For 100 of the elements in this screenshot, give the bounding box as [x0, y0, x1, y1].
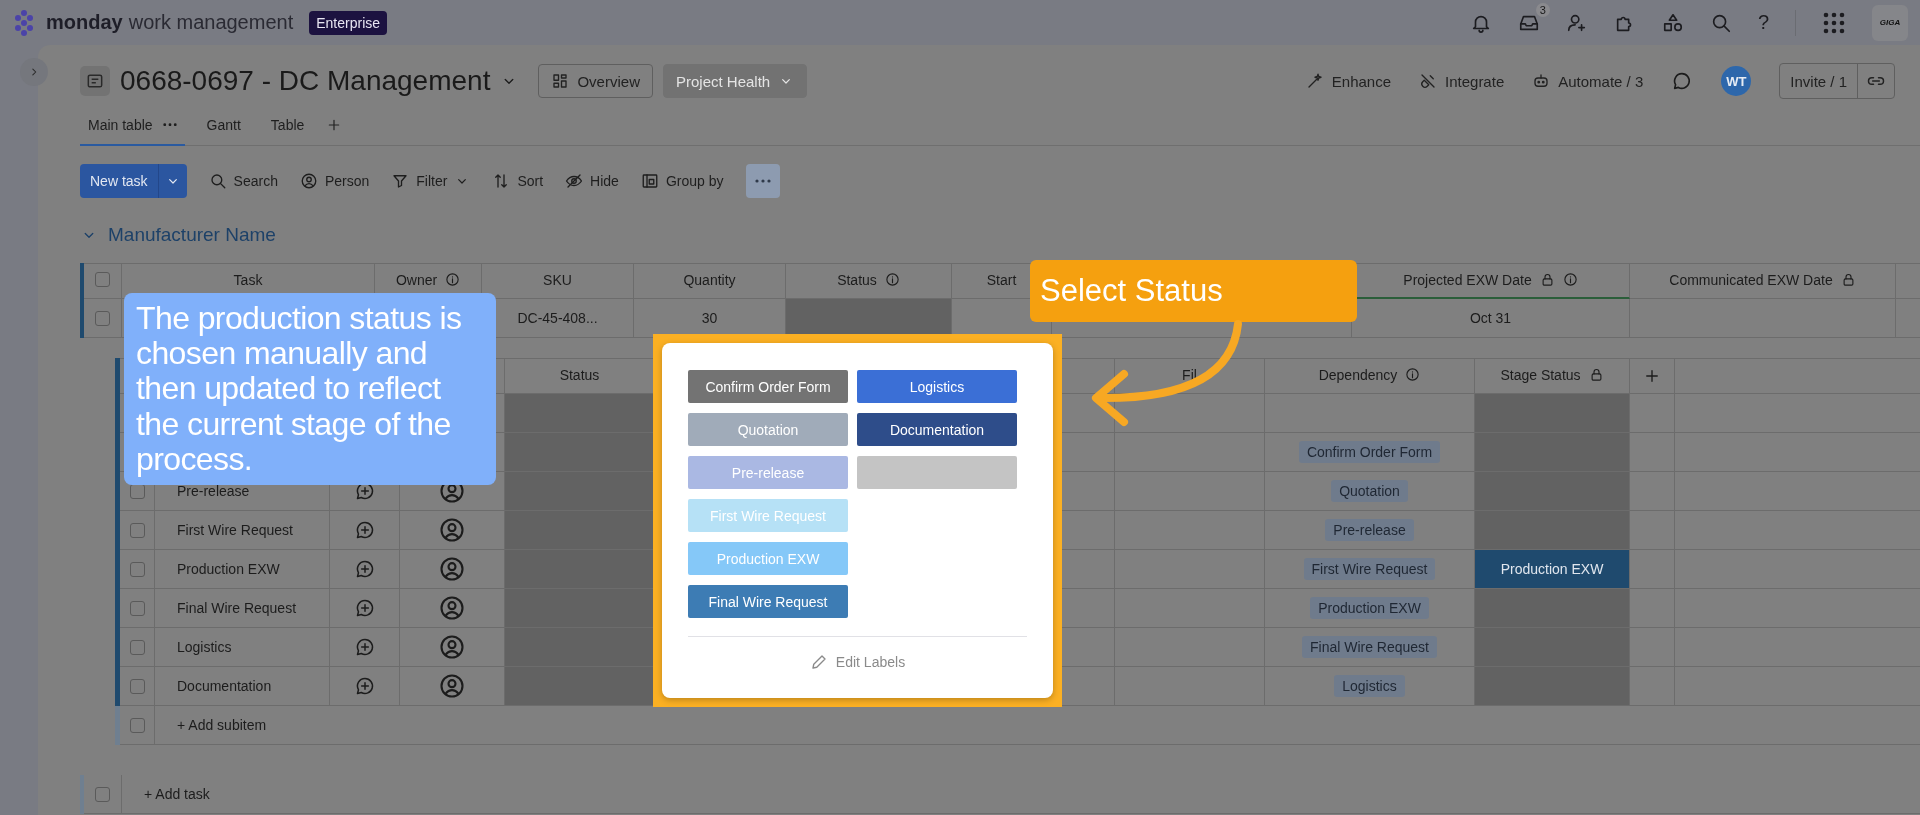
add-subitem-button[interactable]: + Add subitem — [177, 717, 267, 733]
status-label[interactable]: Quotation — [688, 413, 848, 446]
stage-status-cell[interactable] — [1475, 667, 1630, 706]
checkbox[interactable] — [129, 600, 145, 616]
table-cell — [1630, 628, 1675, 667]
add-update-icon[interactable] — [354, 559, 375, 579]
group-title[interactable]: Manufacturer Name — [108, 224, 276, 246]
status-cell[interactable] — [505, 667, 655, 706]
status-cell[interactable] — [505, 511, 655, 550]
checkbox[interactable] — [129, 717, 145, 733]
person-avatar-icon[interactable] — [438, 516, 466, 544]
board-icon — [80, 66, 110, 96]
column-title: Owner — [395, 272, 438, 288]
toolbar-button[interactable]: Filter — [391, 172, 471, 190]
checkbox[interactable] — [129, 561, 145, 577]
product-name: work management — [128, 11, 294, 34]
brand-name: monday — [46, 11, 123, 34]
table-cell — [1630, 667, 1675, 706]
column-title: Quantity — [683, 272, 736, 288]
add-column-icon[interactable] — [1643, 367, 1661, 385]
step-tooltip: Select Status — [1030, 260, 1357, 322]
plug-icon — [1419, 72, 1437, 90]
checkbox[interactable] — [95, 310, 110, 326]
overview-button[interactable]: Overview — [538, 64, 653, 98]
column-title: Start — [986, 272, 1017, 288]
status-cell[interactable] — [505, 394, 655, 433]
new-task-button[interactable]: New task — [80, 164, 187, 198]
action-button[interactable]: Integrate — [1419, 72, 1505, 90]
stage-status-cell[interactable] — [1475, 628, 1630, 667]
status-cell[interactable] — [505, 433, 655, 472]
add-update-icon[interactable] — [354, 520, 375, 540]
table-cell — [1630, 433, 1675, 472]
stage-status-cell[interactable]: Production EXW — [1475, 550, 1630, 589]
add-task-button[interactable]: + Add task — [144, 786, 210, 802]
add-update-icon[interactable] — [354, 676, 375, 696]
add-update-icon[interactable] — [354, 637, 375, 657]
subitem-name[interactable]: Production EXW — [177, 561, 280, 577]
view-tab[interactable]: Table — [262, 105, 313, 146]
subitem-name[interactable]: Final Wire Request — [177, 600, 297, 616]
table-cell — [1630, 550, 1675, 589]
action-button[interactable]: Enhance — [1305, 72, 1391, 90]
stage-status-cell[interactable] — [1475, 472, 1630, 511]
status-cell[interactable] — [505, 628, 655, 667]
user-avatar[interactable]: WT — [1721, 66, 1752, 96]
status-cell[interactable] — [505, 550, 655, 589]
stage-status-cell[interactable] — [1475, 511, 1630, 550]
checkbox[interactable] — [95, 272, 110, 287]
shapes-icon[interactable] — [1661, 11, 1684, 34]
toolbar-button[interactable]: Group by — [640, 172, 724, 190]
edit-labels-button[interactable]: Edit Labels — [805, 649, 910, 675]
person-icon — [299, 172, 318, 190]
checkbox[interactable] — [95, 786, 110, 802]
dependency-tag: First Wire Request — [1303, 558, 1436, 580]
view-tab[interactable]: Main table — [80, 105, 185, 146]
checkbox[interactable] — [129, 678, 145, 694]
account-logo[interactable]: GIGA — [1872, 4, 1908, 41]
toolbar-button[interactable]: Search — [208, 172, 278, 190]
status-cell[interactable] — [505, 589, 655, 628]
table-cell — [1630, 472, 1675, 511]
more-button[interactable] — [745, 164, 780, 198]
subitem-name[interactable]: Pre-release — [177, 483, 250, 499]
dependency-tag: Confirm Order Form — [1298, 441, 1441, 463]
status-label[interactable]: Final Wire Request — [688, 585, 848, 618]
invite-button[interactable]: Invite / 1 — [1780, 64, 1858, 98]
subitem-name[interactable]: First Wire Request — [177, 522, 293, 538]
status-label[interactable]: Documentation — [857, 413, 1017, 446]
logo-icon[interactable] — [12, 7, 36, 38]
status-cell[interactable] — [505, 472, 655, 511]
status-label[interactable]: Logistics — [857, 370, 1017, 403]
stage-status-cell[interactable] — [1475, 589, 1630, 628]
toolbar-button[interactable]: Sort — [492, 172, 544, 190]
subitem-name[interactable]: Documentation — [177, 678, 272, 694]
person-avatar-icon[interactable] — [438, 594, 466, 622]
person-avatar-icon[interactable] — [438, 555, 466, 583]
column-title: Fil — [1182, 367, 1197, 383]
checkbox[interactable] — [129, 639, 145, 655]
status-label[interactable] — [857, 456, 1017, 489]
status-label[interactable]: Confirm Order Form — [688, 370, 848, 403]
action-button[interactable]: Automate / 3 — [1532, 72, 1644, 90]
apps-grid-icon[interactable] — [1822, 10, 1846, 35]
toolbar-button[interactable]: Hide — [565, 172, 619, 190]
subitem-name[interactable]: Logistics — [177, 639, 232, 655]
column-title: SKU — [543, 272, 572, 288]
add-update-icon[interactable] — [354, 598, 375, 618]
column-title: Stage Status — [1500, 367, 1581, 383]
more-icon — [754, 179, 771, 183]
stage-status-cell[interactable] — [1475, 433, 1630, 472]
checkbox[interactable] — [129, 522, 145, 538]
view-button[interactable]: Project Health — [662, 64, 808, 98]
dependency-tag: Quotation — [1331, 480, 1408, 502]
sidebar-toggle[interactable] — [20, 58, 48, 86]
dependency-tag: Logistics — [1334, 675, 1405, 697]
plan-badge: Enterprise — [309, 10, 388, 35]
person-avatar-icon[interactable] — [438, 633, 466, 661]
person-avatar-icon[interactable] — [438, 672, 466, 700]
inbox-count: 3 — [1535, 2, 1550, 17]
view-tab[interactable]: Gantt — [198, 105, 249, 146]
toolbar-button[interactable]: Person — [299, 172, 370, 190]
help-button[interactable]: ? — [1757, 11, 1769, 34]
stage-status-cell[interactable] — [1475, 394, 1630, 433]
